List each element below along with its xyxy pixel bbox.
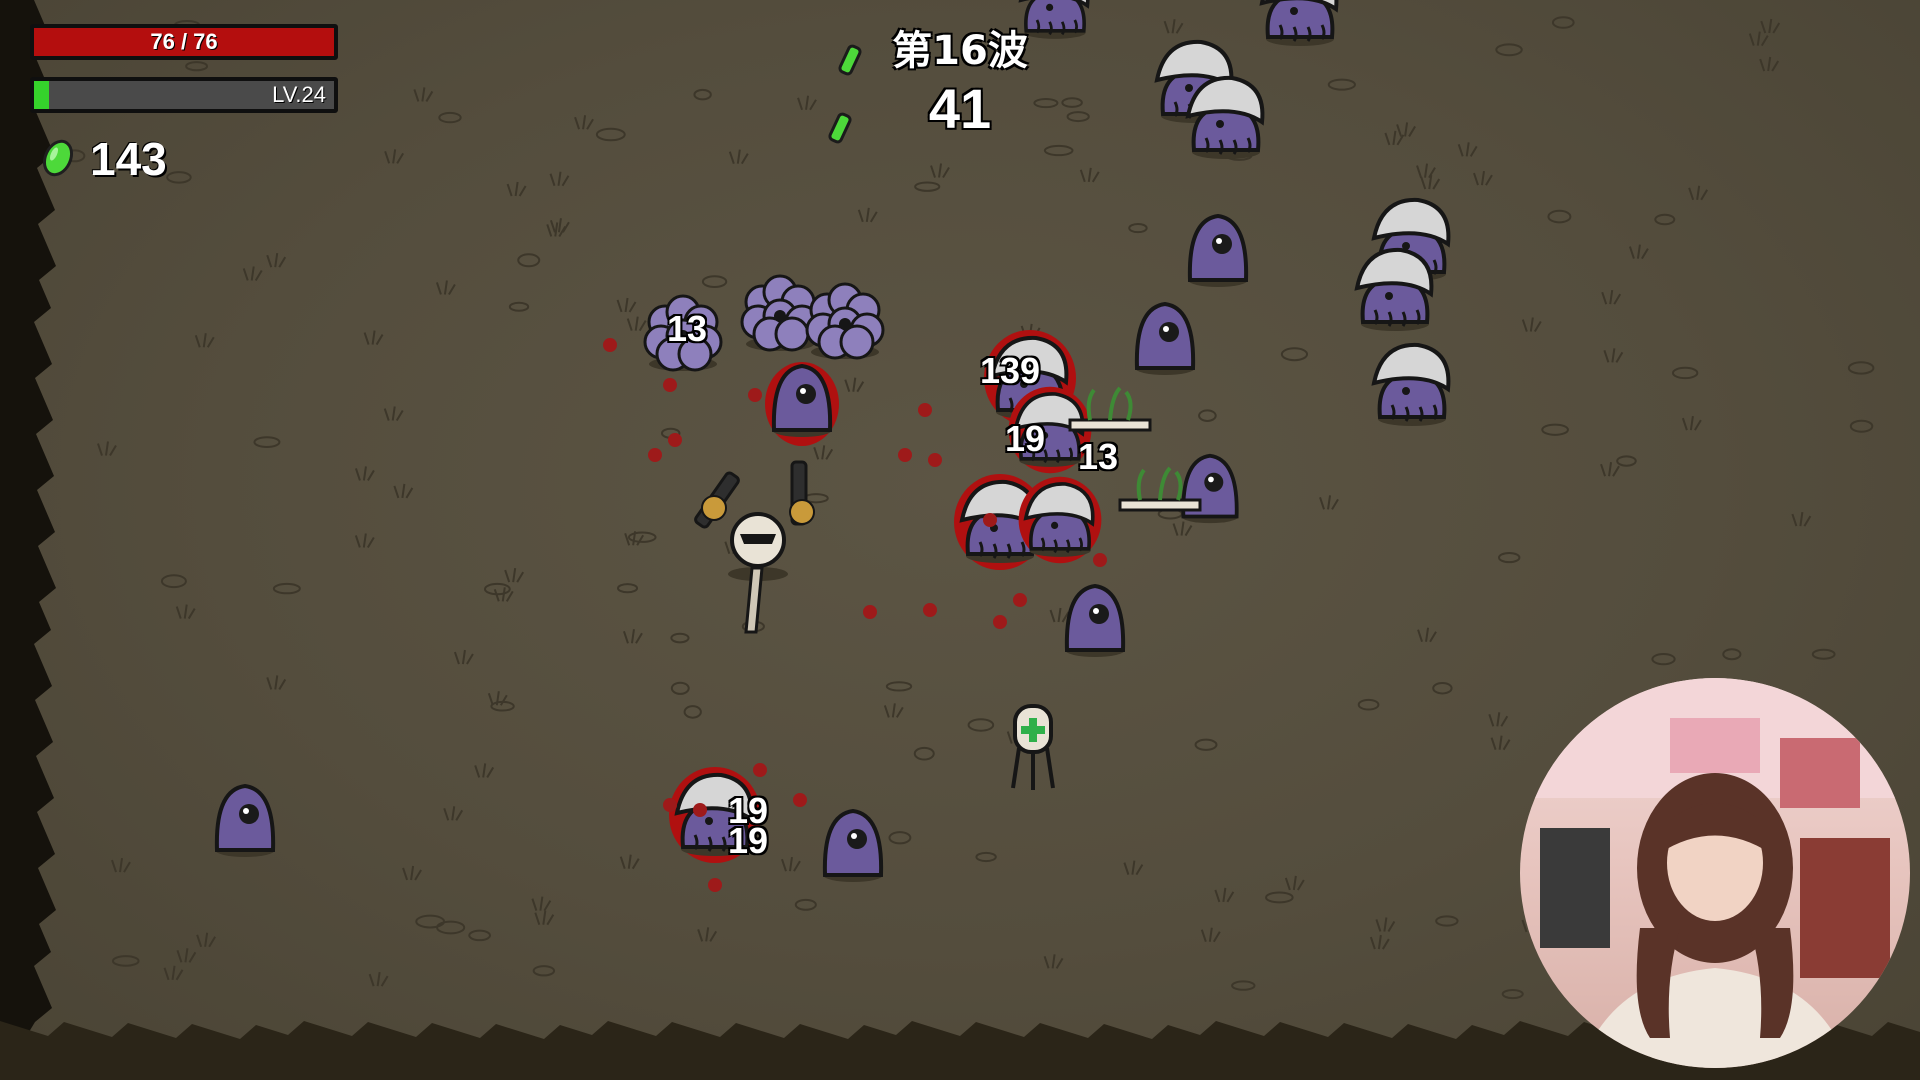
blood-splat <box>983 513 997 527</box>
helmeted-alien-enemy <box>1371 342 1451 426</box>
blood-splat <box>708 878 722 892</box>
green-material-drop <box>838 44 862 76</box>
blood-splat <box>923 603 937 617</box>
health-text: 76 / 76 <box>150 29 218 54</box>
streamer-figure <box>1520 678 1910 1068</box>
helmeted-alien-enemy <box>1354 247 1434 331</box>
blood-splat <box>863 605 877 619</box>
damage-number: 139 <box>980 350 1041 391</box>
player-character <box>694 460 815 634</box>
purple-alien-enemy <box>822 808 884 882</box>
fluffy-alien-enemy <box>740 274 820 352</box>
damage-number: 19 <box>1005 418 1046 459</box>
green-material-icon <box>42 139 74 177</box>
blood-splat <box>748 388 762 402</box>
damage-number: 13 <box>1078 436 1119 477</box>
experience-bar: LV.24 <box>30 77 338 113</box>
helmeted-alien-enemy <box>1185 75 1265 159</box>
purple-alien-enemy <box>1187 213 1249 287</box>
fluffy-alien-enemy <box>805 282 885 360</box>
damage-number: 19 <box>728 820 769 861</box>
purple-alien-enemy <box>214 783 276 857</box>
blood-splat <box>928 453 942 467</box>
blood-splat <box>1013 593 1027 607</box>
purple-alien-enemy <box>1181 453 1239 524</box>
blood-splat <box>648 448 662 462</box>
purple-alien-enemy <box>1064 583 1126 657</box>
purple-alien-enemy <box>765 362 839 446</box>
helmeted-alien-enemy <box>1259 0 1339 46</box>
blood-splat <box>668 433 682 447</box>
experience-bar-fill <box>34 81 49 109</box>
blood-splat <box>918 403 932 417</box>
green-material-drop <box>828 112 852 144</box>
materials-count: 143 <box>90 133 167 185</box>
blood-splat <box>603 338 617 352</box>
game-screen: 13 139 19 13 19 19 76 / 76 LV.24 143 第16… <box>0 0 1920 1080</box>
blood-splat <box>663 378 677 392</box>
damage-number: 13 <box>667 308 708 349</box>
healing-turret <box>1011 704 1055 790</box>
blood-splat <box>663 798 677 812</box>
blood-splat <box>1093 553 1107 567</box>
blood-splat <box>993 615 1007 629</box>
blood-splat <box>898 448 912 462</box>
blood-splat <box>693 803 707 817</box>
wave-timer: 41 <box>928 77 992 140</box>
helmeted-alien-enemy <box>1018 476 1102 564</box>
wave-label: 第16波 <box>892 28 1028 74</box>
level-text: LV.24 <box>272 82 326 107</box>
blood-splat <box>753 763 767 777</box>
purple-alien-enemy <box>1134 301 1196 375</box>
blood-splat <box>793 793 807 807</box>
health-bar: 76 / 76 <box>30 24 338 60</box>
streamer-webcam <box>1520 678 1910 1068</box>
